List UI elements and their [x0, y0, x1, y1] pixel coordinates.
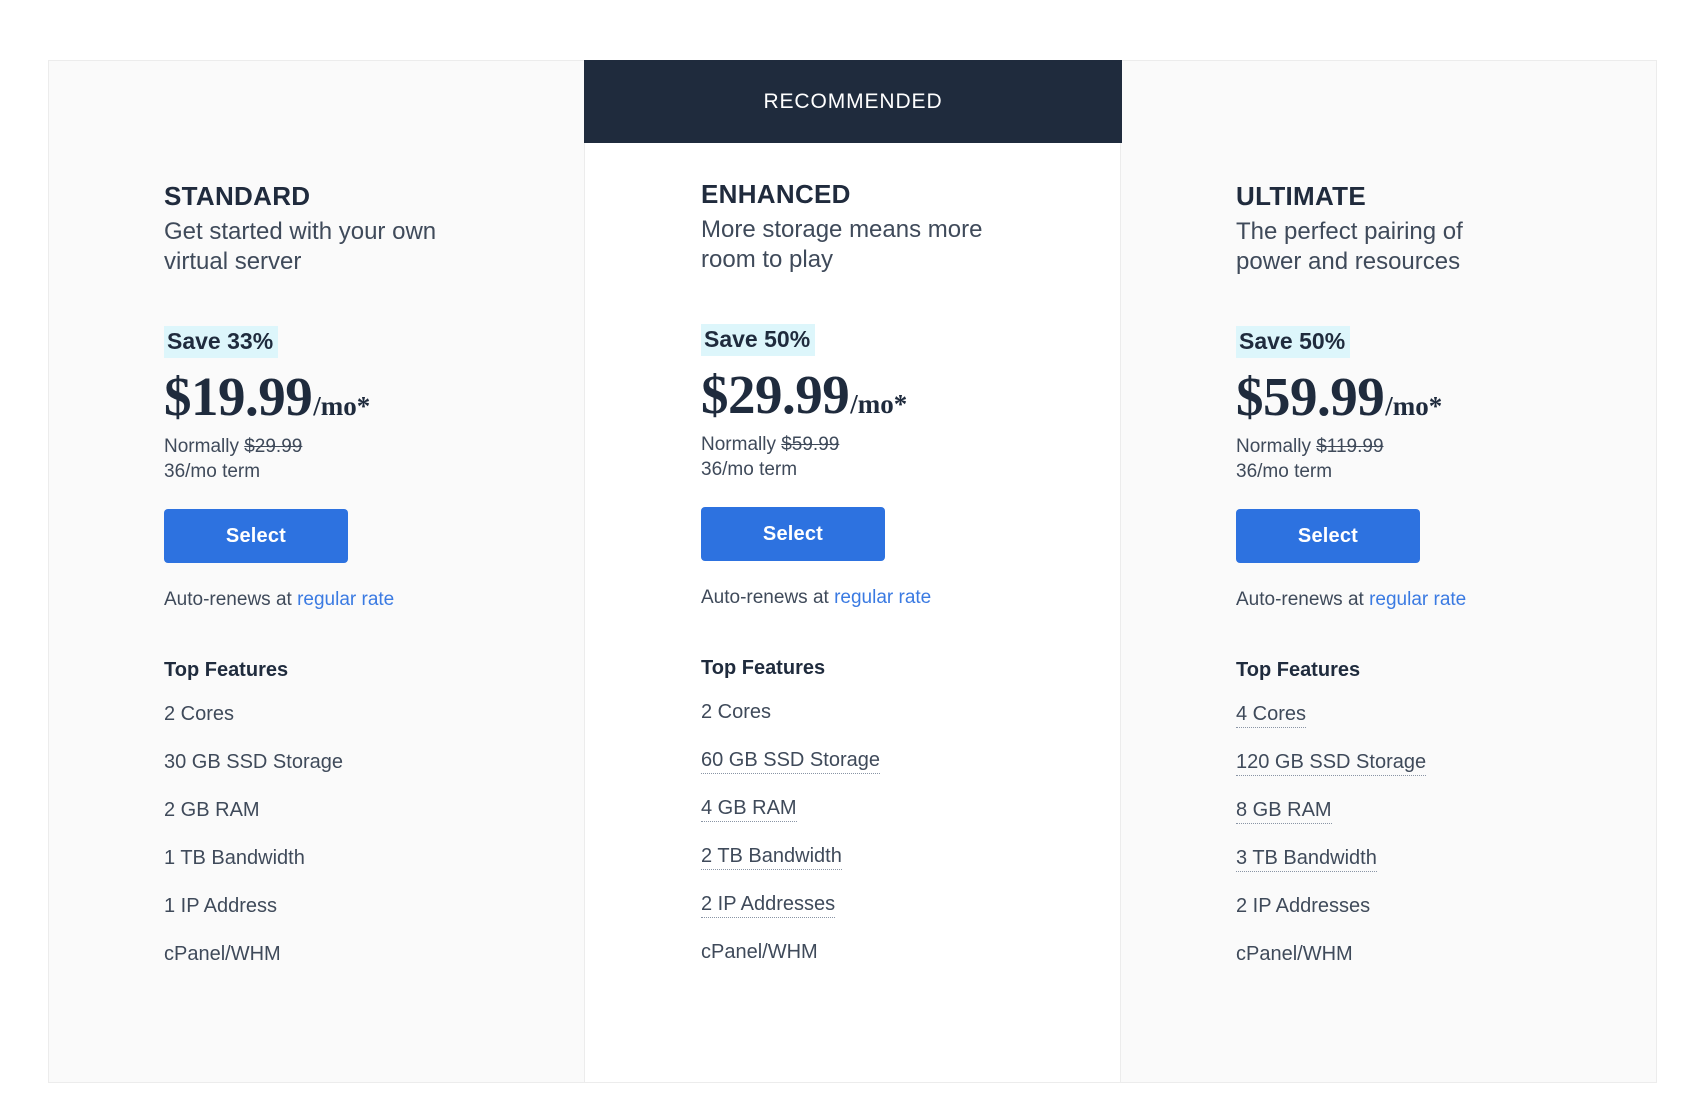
auto-renew-note: Auto-renews at regular rate [1236, 589, 1626, 611]
feature-item: 2 Cores [701, 700, 1090, 725]
feature-text: cPanel/WHM [164, 943, 281, 966]
feature-tooltip-text[interactable]: 3 TB Bandwidth [1236, 847, 1377, 873]
normally-label: Normally [164, 436, 239, 458]
feature-item: cPanel/WHM [164, 942, 554, 967]
feature-text: 1 IP Address [164, 895, 278, 918]
regular-price-value: $59.99 [781, 434, 840, 456]
select-button[interactable]: Select [1236, 509, 1420, 564]
plan-card-body: STANDARD Get started with your own virtua… [49, 61, 584, 967]
feature-item: 30 GB SSD Storage [164, 750, 554, 775]
regular-price-line: Normally $29.99 [164, 436, 554, 458]
auto-renew-label: Auto-renews at [1236, 589, 1364, 611]
regular-rate-link[interactable]: regular rate [834, 587, 931, 608]
save-badge: Save 50% [701, 323, 816, 357]
recommended-banner-label: RECOMMENDED [763, 89, 943, 113]
feature-item: 2 GB RAM [164, 798, 554, 823]
regular-rate-link[interactable]: regular rate [1369, 589, 1466, 610]
features-heading: Top Features [701, 657, 826, 680]
price-row: $59.99/mo* [1236, 369, 1626, 424]
plan-tagline: Get started with your own virtual server [164, 217, 437, 275]
price-amount: $59.99 [1236, 366, 1385, 428]
plan-name: ULTIMATE [1236, 181, 1366, 211]
feature-text: 1 TB Bandwidth [164, 847, 305, 870]
feature-item: cPanel/WHM [1236, 942, 1626, 967]
term-length: 36/mo term [701, 459, 798, 481]
price-amount: $29.99 [701, 364, 850, 426]
feature-tooltip-text[interactable]: 120 GB SSD Storage [1236, 751, 1427, 777]
regular-price-line: Normally $119.99 [1236, 436, 1626, 458]
auto-renew-note: Auto-renews at regular rate [701, 587, 1090, 609]
feature-tooltip-text[interactable]: 4 Cores [1236, 703, 1307, 729]
features-list: 2 Cores 30 GB SSD Storage 2 GB RAM 1 TB Ban… [164, 702, 554, 967]
save-badge: Save 33% [164, 325, 279, 359]
feature-item: 2 Cores [164, 702, 554, 727]
save-badge-row: Save 50% [1236, 325, 1626, 359]
feature-text: cPanel/WHM [701, 941, 818, 964]
plan-name: STANDARD [164, 181, 311, 211]
save-badge: Save 50% [1236, 325, 1351, 359]
price-amount: $19.99 [164, 366, 313, 428]
auto-renew-note: Auto-renews at regular rate [164, 589, 554, 611]
feature-item[interactable]: 8 GB RAM [1236, 798, 1626, 825]
feature-text: 30 GB SSD Storage [164, 751, 343, 774]
term-length: 36/mo term [1236, 461, 1333, 483]
price-row: $19.99/mo* [164, 369, 554, 424]
normally-label: Normally [701, 434, 776, 456]
price-period: /mo* [1385, 391, 1443, 422]
feature-text: 2 Cores [164, 703, 235, 726]
select-button[interactable]: Select [701, 507, 885, 562]
plan-tagline: More storage means more room to play [701, 215, 983, 273]
feature-text: 2 GB RAM [164, 799, 260, 822]
feature-item[interactable]: 3 TB Bandwidth [1236, 846, 1626, 873]
save-badge-row: Save 33% [164, 325, 554, 359]
term-length: 36/mo term [164, 461, 261, 483]
feature-text: 2 IP Addresses [1236, 895, 1371, 918]
pricing-plan-table: STANDARD Get started with your own virtua… [48, 60, 1660, 1083]
feature-item[interactable]: 4 Cores [1236, 702, 1626, 729]
feature-tooltip-text[interactable]: 8 GB RAM [1236, 799, 1332, 825]
auto-renew-label: Auto-renews at [701, 587, 829, 609]
feature-item: cPanel/WHM [701, 940, 1090, 965]
regular-price-line: Normally $59.99 [701, 434, 1090, 456]
feature-tooltip-text[interactable]: 4 GB RAM [701, 797, 797, 823]
feature-tooltip-text[interactable]: 60 GB SSD Storage [701, 749, 880, 775]
features-list: 4 Cores 120 GB SSD Storage 8 GB RAM 3 TB Ba… [1236, 702, 1626, 967]
feature-item[interactable]: 120 GB SSD Storage [1236, 750, 1626, 777]
feature-text: cPanel/WHM [1236, 943, 1353, 966]
price-period: /mo* [850, 389, 908, 420]
feature-item[interactable]: 4 GB RAM [701, 796, 1090, 823]
select-button[interactable]: Select [164, 509, 348, 564]
save-badge-row: Save 50% [701, 323, 1090, 357]
feature-item: 2 IP Addresses [1236, 894, 1626, 919]
plan-tagline: The perfect pairing of power and resourc… [1236, 217, 1463, 275]
normally-label: Normally [1236, 436, 1311, 458]
feature-item[interactable]: 2 IP Addresses [701, 892, 1090, 919]
features-list: 2 Cores 60 GB SSD Storage 4 GB RAM 2 TB Ban… [701, 700, 1090, 965]
plan-card-ultimate: ULTIMATE The perfect pairing of power and… [1120, 60, 1657, 1083]
feature-text: 2 Cores [701, 701, 772, 724]
recommended-banner: RECOMMENDED [584, 60, 1122, 143]
regular-price-value: $119.99 [1316, 436, 1384, 458]
regular-rate-link[interactable]: regular rate [297, 589, 394, 610]
plan-card-body: ULTIMATE The perfect pairing of power and… [1121, 61, 1656, 967]
feature-tooltip-text[interactable]: 2 IP Addresses [701, 893, 836, 919]
plan-name: ENHANCED [701, 179, 851, 209]
feature-item: 1 TB Bandwidth [164, 846, 554, 871]
feature-item[interactable]: 2 TB Bandwidth [701, 844, 1090, 871]
features-heading: Top Features [164, 659, 289, 682]
price-period: /mo* [313, 391, 371, 422]
price-row: $29.99/mo* [701, 367, 1090, 422]
plan-card-body: ENHANCED More storage means more room to … [585, 61, 1120, 965]
auto-renew-label: Auto-renews at [164, 589, 292, 611]
feature-item: 1 IP Address [164, 894, 554, 919]
features-heading: Top Features [1236, 659, 1361, 682]
plan-card-enhanced: RECOMMENDED ENHANCED More storage means mo… [584, 60, 1122, 1083]
plan-card-standard: STANDARD Get started with your own virtua… [48, 60, 585, 1083]
regular-price-value: $29.99 [244, 436, 303, 458]
feature-item[interactable]: 60 GB SSD Storage [701, 748, 1090, 775]
feature-tooltip-text[interactable]: 2 TB Bandwidth [701, 845, 842, 871]
